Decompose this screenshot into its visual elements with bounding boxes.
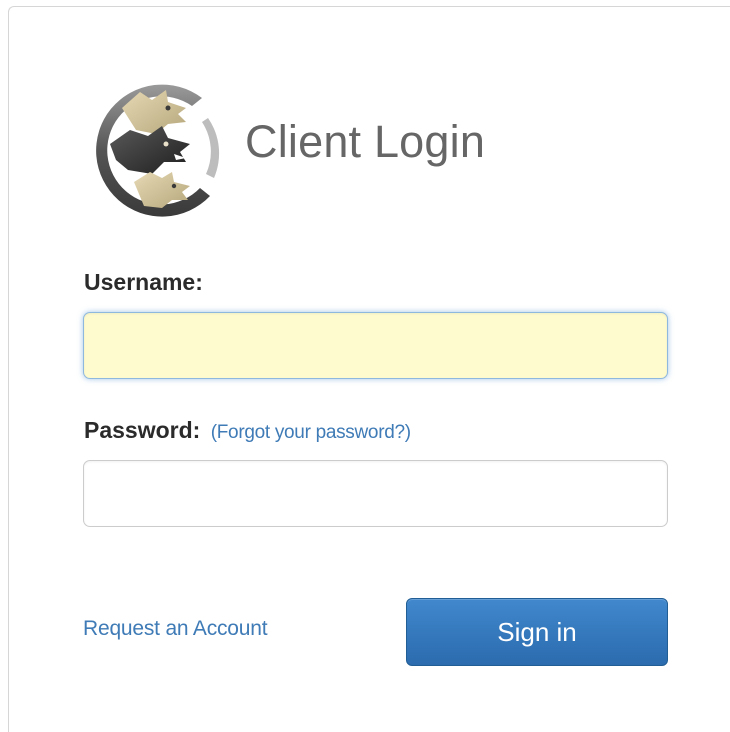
password-label-text: Password: [84,417,201,443]
sign-in-button[interactable]: Sign in [406,598,668,666]
three-headed-wolf-logo-icon [96,84,220,217]
username-label: Username: [84,269,203,296]
username-label-text: Username: [84,269,203,295]
password-input[interactable] [83,460,668,527]
password-label: Password: (Forgot your password?) [84,417,411,444]
request-account-link[interactable]: Request an Account [83,617,268,641]
username-input[interactable] [83,312,668,379]
page-title: Client Login [245,116,486,167]
forgot-password-link[interactable]: (Forgot your password?) [211,422,411,443]
login-page: Client Login Username: Password: (Forgot… [0,0,730,732]
